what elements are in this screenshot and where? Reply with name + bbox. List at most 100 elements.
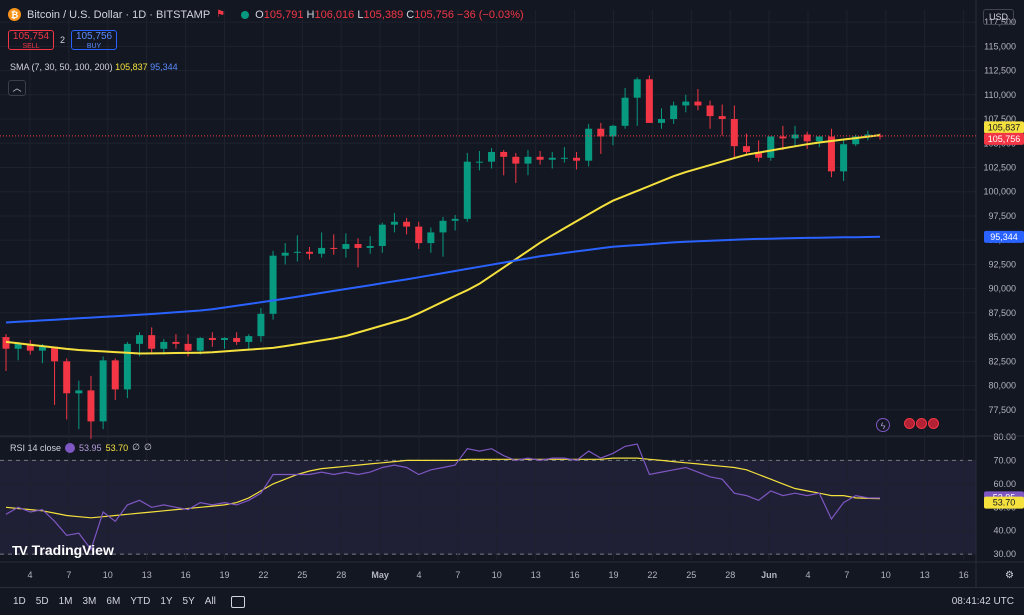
- candle-body[interactable]: [330, 247, 338, 249]
- candle-body[interactable]: [730, 119, 738, 147]
- candle-body[interactable]: [742, 146, 750, 152]
- sma-fast-value: 105,837: [115, 62, 148, 72]
- candle-body[interactable]: [14, 343, 22, 349]
- x-tick-label: 22: [258, 570, 268, 580]
- candle-body[interactable]: [136, 335, 144, 344]
- candle-body[interactable]: [451, 218, 459, 221]
- timeframe-5y[interactable]: 5Y: [178, 596, 200, 607]
- candle-body[interactable]: [548, 157, 556, 160]
- candle-body[interactable]: [512, 156, 520, 164]
- us-flag-icon[interactable]: [928, 418, 939, 429]
- currency-button[interactable]: USD: [982, 9, 1014, 25]
- candle-body[interactable]: [99, 360, 107, 422]
- candle-body[interactable]: [184, 343, 192, 351]
- candle-body[interactable]: [694, 101, 702, 106]
- candle-body[interactable]: [293, 251, 301, 253]
- candle-body[interactable]: [281, 252, 289, 256]
- candle-body[interactable]: [87, 390, 95, 422]
- candle-body[interactable]: [342, 244, 350, 249]
- lightning-icon[interactable]: ϟ: [876, 418, 890, 432]
- eye-icon[interactable]: [65, 442, 76, 453]
- candle-body[interactable]: [840, 144, 848, 172]
- gear-icon[interactable]: ⚙: [1005, 570, 1014, 581]
- candle-body[interactable]: [475, 161, 483, 163]
- candle-body[interactable]: [63, 361, 71, 394]
- candle-body[interactable]: [439, 220, 447, 233]
- candle-body[interactable]: [75, 390, 83, 394]
- us-flag-icon[interactable]: [904, 418, 915, 429]
- candle-body[interactable]: [366, 245, 374, 248]
- change-readout: −36 (−0.03%): [457, 8, 524, 21]
- candle-body[interactable]: [160, 341, 168, 349]
- candle-body[interactable]: [597, 128, 605, 137]
- candle-body[interactable]: [148, 335, 156, 349]
- x-tick-label: Jun: [761, 570, 777, 580]
- timeframe-6m[interactable]: 6M: [101, 596, 125, 607]
- clock[interactable]: 08:41:42 UTC: [952, 596, 1014, 607]
- candle-body[interactable]: [585, 128, 593, 161]
- candle-body[interactable]: [779, 136, 787, 139]
- candle-body[interactable]: [500, 151, 508, 157]
- candle-body[interactable]: [378, 224, 386, 246]
- candle-body[interactable]: [706, 105, 714, 117]
- candle-body[interactable]: [573, 157, 581, 161]
- candle-body[interactable]: [463, 161, 471, 219]
- timeframe-all[interactable]: All: [200, 596, 221, 607]
- rsi-legend[interactable]: RSI 14 close 53.95 53.70 ∅ ∅: [10, 442, 152, 453]
- candle-body[interactable]: [51, 346, 59, 362]
- candle-body[interactable]: [245, 336, 253, 342]
- price-chart[interactable]: 77,500 80,000 82,500 85,000 87,500 90,000 92,5…: [0, 0, 1024, 587]
- candle-body[interactable]: [670, 105, 678, 120]
- candle-body[interactable]: [403, 221, 411, 227]
- us-flag-icon[interactable]: [916, 418, 927, 429]
- candle-body[interactable]: [233, 338, 241, 342]
- candle-body[interactable]: [621, 97, 629, 126]
- sma-slow-price-label: 95,344: [990, 232, 1018, 242]
- candle-body[interactable]: [390, 221, 398, 225]
- candle-body[interactable]: [645, 79, 653, 123]
- candle-body[interactable]: [427, 232, 435, 244]
- timeframe-1m[interactable]: 1M: [54, 596, 78, 607]
- sma-legend[interactable]: SMA (7, 30, 50, 100, 200) 105,837 95,344: [10, 62, 178, 72]
- candle-body[interactable]: [172, 341, 180, 344]
- x-tick-label: 10: [103, 570, 113, 580]
- events-markers[interactable]: [904, 418, 939, 429]
- tradingview-logo[interactable]: TV TradingView: [12, 542, 114, 558]
- candle-body[interactable]: [318, 247, 326, 254]
- buy-button[interactable]: 105,756 BUY: [71, 30, 118, 50]
- candle-body[interactable]: [354, 244, 362, 248]
- candle-body[interactable]: [815, 136, 823, 142]
- candle-body[interactable]: [123, 343, 131, 390]
- candle-body[interactable]: [196, 338, 204, 351]
- timeframe-1d[interactable]: 1D: [8, 596, 31, 607]
- timeframe-1y[interactable]: 1Y: [155, 596, 177, 607]
- candle-body[interactable]: [536, 156, 544, 160]
- flag-icon[interactable]: ⚑: [216, 9, 225, 20]
- sell-button[interactable]: 105,754 SELL: [8, 30, 54, 50]
- candle-body[interactable]: [221, 338, 228, 340]
- candle-body[interactable]: [633, 79, 641, 98]
- candle-body[interactable]: [658, 119, 665, 123]
- candle-body[interactable]: [524, 156, 532, 164]
- candle-body[interactable]: [767, 136, 775, 158]
- candle-body[interactable]: [488, 151, 496, 162]
- candle-body[interactable]: [609, 125, 617, 137]
- timeframe-5d[interactable]: 5D: [31, 596, 54, 607]
- candle-body[interactable]: [257, 313, 265, 337]
- x-tick-label: 25: [686, 570, 696, 580]
- symbol-title[interactable]: Bitcoin / U.S. Dollar · 1D · BITSTAMP: [27, 9, 210, 21]
- candle-body[interactable]: [208, 338, 216, 340]
- candle-body[interactable]: [682, 101, 690, 106]
- candle-body[interactable]: [111, 360, 119, 390]
- timeframe-3m[interactable]: 3M: [78, 596, 102, 607]
- x-tick-label: 10: [492, 570, 502, 580]
- candle-body[interactable]: [718, 116, 726, 120]
- candle-body[interactable]: [269, 255, 277, 314]
- candle-body[interactable]: [791, 134, 799, 139]
- candle-body[interactable]: [560, 157, 568, 159]
- chevron-up-icon[interactable]: ︿: [8, 80, 26, 96]
- timeframe-ytd[interactable]: YTD: [125, 596, 155, 607]
- candle-body[interactable]: [415, 226, 423, 244]
- calendar-icon[interactable]: [230, 595, 245, 608]
- candle-body[interactable]: [305, 251, 313, 254]
